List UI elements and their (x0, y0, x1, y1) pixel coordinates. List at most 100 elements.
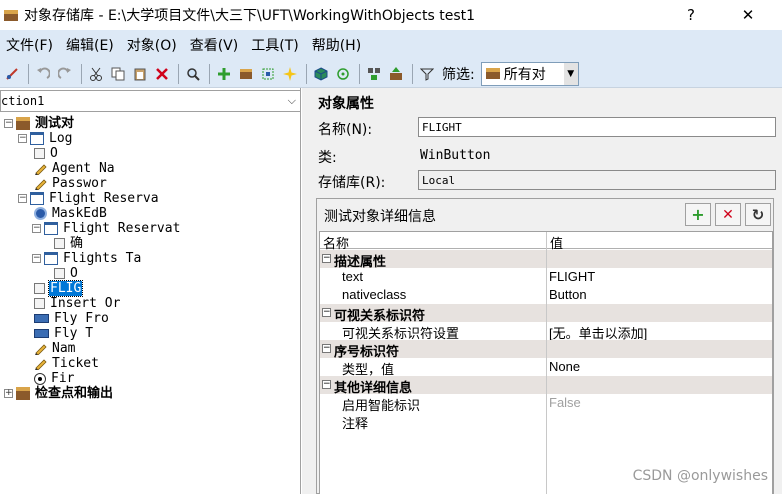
tree-node-label: Fir (51, 371, 75, 386)
window-icon (30, 192, 44, 205)
button-icon (34, 329, 49, 338)
add-property-button[interactable]: + (685, 203, 711, 226)
group-icon[interactable] (364, 64, 383, 84)
toolbar-separator (28, 63, 29, 84)
tree-node[interactable]: + 检查点和输出 (4, 386, 114, 401)
highlight-icon[interactable] (280, 64, 299, 84)
collapse-icon[interactable]: − (4, 119, 13, 128)
add-object-icon[interactable] (214, 64, 233, 84)
collapse-icon[interactable]: − (322, 254, 331, 263)
filter-dropdown[interactable]: 所有对 ▼ (480, 61, 579, 86)
redo-icon[interactable] (55, 64, 74, 84)
class-value: WinButton (420, 148, 491, 163)
properties-grid: 名称 值 − 描述属性 text FLIGHT nativeclass Button − 可视… (319, 231, 773, 494)
tree-node-label: Flight Reserva (49, 191, 159, 206)
pin-icon[interactable] (2, 64, 21, 84)
checkbox-icon (34, 298, 45, 309)
collapse-icon[interactable]: − (18, 194, 27, 203)
tree-node[interactable]: Fly T (32, 326, 94, 341)
tree-node[interactable]: MaskEdB (32, 206, 108, 221)
tree-node[interactable]: Insert Or (32, 296, 121, 311)
tree-node[interactable]: − 测试对 (4, 116, 75, 131)
collapse-icon[interactable]: − (18, 134, 27, 143)
checkbox-icon (54, 238, 65, 249)
menu-file[interactable]: 文件(F) (6, 35, 53, 55)
menu-object[interactable]: 对象(O) (127, 35, 177, 55)
tree-node[interactable]: Fir (32, 371, 75, 386)
menu-help[interactable]: 帮助(H) (312, 35, 361, 55)
collapse-icon[interactable]: − (322, 308, 331, 317)
tree-node-label: Fly Fro (54, 311, 109, 326)
button-icon (34, 314, 49, 323)
tree-node[interactable]: 确 (52, 236, 84, 251)
grid-cell-value[interactable]: None (549, 359, 580, 374)
delete-icon[interactable] (152, 64, 171, 84)
collapse-icon[interactable]: − (32, 224, 41, 233)
expand-icon[interactable]: + (4, 389, 13, 398)
tree-node-label: 检查点和输出 (35, 386, 114, 401)
masked-edit-icon (34, 207, 47, 220)
edit-field-icon (34, 342, 47, 356)
tree-node-label: Nam (52, 341, 76, 356)
window-title: 对象存储库 - E:\大学项目文件\大三下\UFT\WorkingWithObj… (24, 8, 476, 24)
cube-icon[interactable] (311, 64, 330, 84)
close-button[interactable]: ✕ (725, 0, 771, 30)
grid-cell-value[interactable]: False (549, 395, 581, 410)
collapse-icon[interactable]: − (322, 344, 331, 353)
name-field[interactable]: FLIGHT (418, 117, 776, 137)
properties-heading: 对象属性 (318, 96, 374, 112)
chest-icon (485, 67, 500, 83)
tree-node[interactable]: Ticket (32, 356, 100, 371)
grid-column-divider (546, 232, 547, 494)
chest-icon (16, 387, 30, 400)
tree-node-label: 测试对 (35, 116, 75, 131)
collapse-icon[interactable]: − (32, 254, 41, 263)
tree-node[interactable]: Nam (32, 341, 76, 356)
paste-icon[interactable] (130, 64, 149, 84)
tree-node[interactable]: FLIG (32, 280, 84, 297)
capture-icon[interactable] (258, 64, 277, 84)
menu-bar: 文件(F) 编辑(E) 对象(O) 查看(V) 工具(T) 帮助(H) (0, 30, 782, 60)
tree-node[interactable]: O (52, 266, 79, 281)
tree-node[interactable]: − Log (18, 131, 73, 146)
chest-icon (16, 117, 30, 130)
cut-icon[interactable] (86, 64, 105, 84)
tree-node[interactable]: − Flight Reservat (32, 221, 181, 236)
remove-property-button[interactable]: ✕ (715, 203, 741, 226)
tree-node-label: MaskEdB (52, 206, 107, 221)
toolbar-separator (209, 63, 210, 84)
tree-node[interactable]: Agent Na (32, 161, 116, 176)
tree-node[interactable]: − Flight Reserva (18, 191, 160, 206)
refresh-button[interactable]: ↻ (745, 203, 771, 226)
grid-cell-value[interactable]: FLIGHT (549, 269, 595, 284)
menu-edit[interactable]: 编辑(E) (66, 35, 114, 55)
class-label: 类: (318, 150, 337, 166)
object-tree: − 测试对 − Log O Agent Na Passwor − Flight Reserva M… (0, 116, 300, 494)
name-label: 名称(N): (318, 122, 373, 138)
chevron-down-icon[interactable]: ▼ (563, 62, 578, 85)
tree-node[interactable]: Passwor (32, 176, 108, 191)
export-icon[interactable] (386, 64, 405, 84)
find-icon[interactable] (183, 64, 202, 84)
tree-node[interactable]: O (32, 146, 59, 161)
chevron-down-icon[interactable]: ⌵ (288, 94, 296, 108)
collapse-icon[interactable]: − (322, 380, 331, 389)
action-selector[interactable]: ction1 ⌵ (0, 90, 301, 112)
grid-cell-name: text (342, 269, 363, 284)
checkbox-icon (34, 283, 45, 294)
undo-icon[interactable] (33, 64, 52, 84)
window-icon (44, 252, 58, 265)
menu-view[interactable]: 查看(V) (190, 35, 239, 55)
details-title: 测试对象详细信息 (324, 209, 436, 225)
copy-icon[interactable] (108, 64, 127, 84)
watermark: CSDN @onlywishes (632, 468, 768, 484)
tree-node[interactable]: − Flights Ta (32, 251, 142, 266)
menu-tools[interactable]: 工具(T) (251, 35, 298, 55)
help-button[interactable]: ? (668, 0, 714, 30)
tree-node[interactable]: Fly Fro (32, 311, 110, 326)
chest-icon[interactable] (236, 64, 255, 84)
title-bar: 对象存储库 - E:\大学项目文件\大三下\UFT\WorkingWithObj… (0, 0, 782, 30)
test-object-details: 测试对象详细信息 + ✕ ↻ 名称 值 − 描述属性 text FLIGHT nativ… (316, 198, 774, 494)
grid-cell-value[interactable]: Button (549, 287, 587, 302)
locate-icon[interactable] (333, 64, 352, 84)
